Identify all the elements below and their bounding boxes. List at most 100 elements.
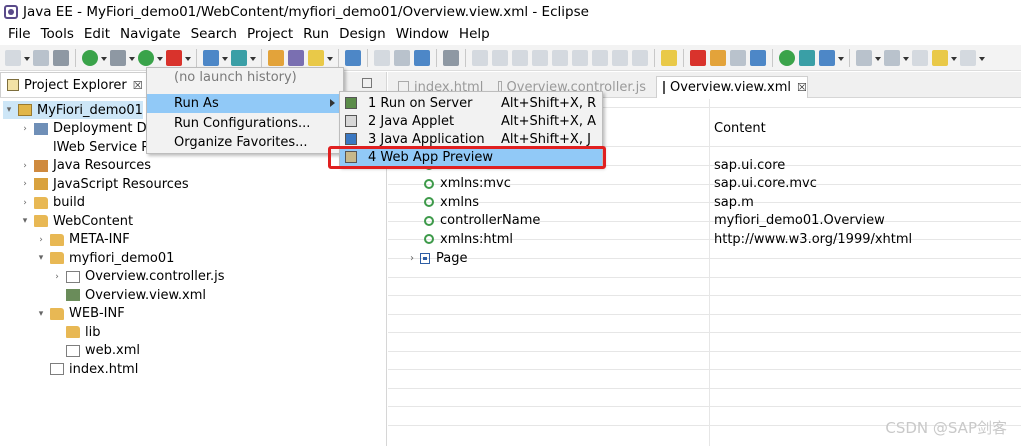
expand-icon[interactable]: › — [19, 124, 31, 134]
node-content[interactable]: myfiori_demo01.Overview — [714, 212, 885, 230]
menu-item-organize-favorites[interactable]: Organize Favorites... — [147, 133, 343, 152]
collapse-icon[interactable]: ▾ — [3, 105, 15, 115]
resume-icon[interactable] — [472, 49, 488, 66]
search-icon[interactable] — [308, 49, 324, 66]
close-icon[interactable]: ☒ — [797, 81, 807, 94]
expand-icon[interactable]: › — [19, 179, 31, 189]
table-row[interactable]: › Page — [410, 249, 467, 267]
menu-design[interactable]: Design — [334, 26, 391, 42]
outline-icon[interactable] — [730, 49, 746, 66]
save-icon[interactable] — [33, 49, 49, 66]
menu-search[interactable]: Search — [186, 26, 242, 42]
previous-annotation-dropdown-icon[interactable] — [903, 50, 909, 66]
tree-item[interactable]: › Deployment De — [19, 120, 154, 138]
show-whitespace-icon[interactable] — [414, 49, 430, 66]
menu-help[interactable]: Help — [454, 26, 495, 42]
forward-dropdown-icon[interactable] — [979, 50, 985, 66]
tree-item[interactable]: › JavaScript Resources — [19, 175, 189, 193]
tree-item[interactable]: index.html — [35, 360, 138, 378]
globe-icon[interactable] — [345, 49, 361, 66]
collapse-icon[interactable]: ▾ — [35, 309, 47, 319]
forward-icon[interactable] — [960, 49, 976, 66]
tree-item[interactable]: ▾ WEB-INF — [35, 305, 125, 323]
node-content[interactable]: sap.ui.core — [714, 156, 785, 174]
menu-window[interactable]: Window — [391, 26, 454, 42]
layout-dropdown-icon[interactable] — [838, 50, 844, 66]
menu-item-java-applet[interactable]: 2 Java Applet Alt+Shift+X, A — [340, 112, 602, 130]
debug-icon[interactable] — [82, 49, 98, 66]
new-server-icon[interactable] — [203, 49, 219, 66]
back-icon[interactable] — [932, 49, 948, 66]
minimize-icon[interactable] — [362, 78, 372, 88]
table-row[interactable]: xmlns — [424, 193, 479, 211]
tree-item[interactable]: ▾ myfiori_demo01 — [35, 249, 175, 267]
new-server-dropdown-icon[interactable] — [222, 50, 228, 66]
run-icon[interactable] — [138, 49, 154, 66]
save-all-icon[interactable] — [53, 49, 69, 66]
external-tools-icon[interactable] — [110, 49, 126, 66]
pin-icon[interactable] — [661, 49, 677, 66]
tree-item[interactable]: Overview.view.xml — [51, 286, 206, 304]
tree-item[interactable]: › META-INF — [35, 231, 130, 249]
validate-icon[interactable] — [779, 49, 795, 66]
tree-item[interactable]: ▾ MyFiori_demo01 — [3, 101, 143, 119]
tree-item[interactable]: › Java Resources — [19, 157, 151, 175]
skip-breakpoints-icon[interactable] — [443, 49, 459, 66]
new-icon[interactable] — [5, 49, 21, 66]
menu-tools[interactable]: Tools — [36, 26, 79, 42]
menu-run[interactable]: Run — [298, 26, 334, 42]
layout-icon[interactable] — [819, 49, 835, 66]
column-header-content[interactable]: Content — [714, 119, 766, 137]
back-dropdown-icon[interactable] — [951, 50, 957, 66]
hierarchy-icon[interactable] — [750, 49, 766, 66]
new-web-service-icon[interactable] — [231, 49, 247, 66]
tree-item[interactable]: web.xml — [51, 342, 140, 360]
terminate-icon[interactable] — [512, 49, 528, 66]
next-annotation-icon[interactable] — [856, 49, 872, 66]
properties-icon[interactable] — [710, 49, 726, 66]
collapse-icon[interactable]: ▾ — [35, 253, 47, 263]
expand-icon[interactable]: › — [35, 235, 47, 245]
menu-item-run-as[interactable]: Run As — [147, 94, 343, 113]
drop-to-frame-icon[interactable] — [612, 49, 628, 66]
last-edit-location-icon[interactable] — [912, 49, 928, 66]
node-content[interactable]: sap.ui.core.mvc — [714, 175, 817, 193]
step-return-icon[interactable] — [592, 49, 608, 66]
run-dropdown-icon[interactable] — [157, 50, 163, 66]
tab-project-explorer[interactable]: Project Explorer ☒ — [0, 72, 150, 97]
table-row[interactable]: xmlns:html — [424, 230, 513, 248]
coverage-icon[interactable] — [166, 49, 182, 66]
menu-edit[interactable]: Edit — [79, 26, 115, 42]
debug-dropdown-icon[interactable] — [101, 50, 107, 66]
toggle-block-selection-icon[interactable] — [394, 49, 410, 66]
next-annotation-dropdown-icon[interactable] — [875, 50, 881, 66]
menu-item-run-on-server[interactable]: 1 Run on Server Alt+Shift+X, R — [340, 94, 602, 112]
new-web-service-dropdown-icon[interactable] — [250, 50, 256, 66]
expand-icon[interactable]: › — [410, 253, 414, 264]
menu-item-run-configurations[interactable]: Run Configurations... — [147, 114, 343, 133]
menu-project[interactable]: Project — [242, 26, 298, 42]
tab-overview-view-xml[interactable]: Overview.view.xml ☒ — [656, 76, 808, 98]
tree-item[interactable]: › Overview.controller.js — [51, 268, 224, 286]
disconnect-icon[interactable] — [532, 49, 548, 66]
toggle-mark-occurrences-icon[interactable] — [374, 49, 390, 66]
table-row[interactable]: xmlns:mvc — [424, 175, 511, 193]
step-into-icon[interactable] — [552, 49, 568, 66]
menu-file[interactable]: File — [3, 26, 36, 42]
expand-icon[interactable]: › — [19, 198, 31, 208]
close-icon[interactable]: ☒ — [133, 79, 143, 92]
expand-icon[interactable]: › — [19, 161, 31, 171]
tree-item[interactable]: lWeb Service Pr — [19, 138, 154, 156]
sync-icon[interactable] — [799, 49, 815, 66]
tree-item[interactable]: › build — [19, 194, 85, 212]
open-type-icon[interactable] — [268, 49, 284, 66]
external-tools-dropdown-icon[interactable] — [129, 50, 135, 66]
table-row[interactable]: controllerName — [424, 212, 540, 230]
expand-icon[interactable]: › — [51, 272, 63, 282]
coverage-dropdown-icon[interactable] — [185, 50, 191, 66]
open-task-icon[interactable] — [288, 49, 304, 66]
remove-icon[interactable] — [690, 49, 706, 66]
menu-navigate[interactable]: Navigate — [115, 26, 186, 42]
step-over-icon[interactable] — [572, 49, 588, 66]
previous-annotation-icon[interactable] — [884, 49, 900, 66]
